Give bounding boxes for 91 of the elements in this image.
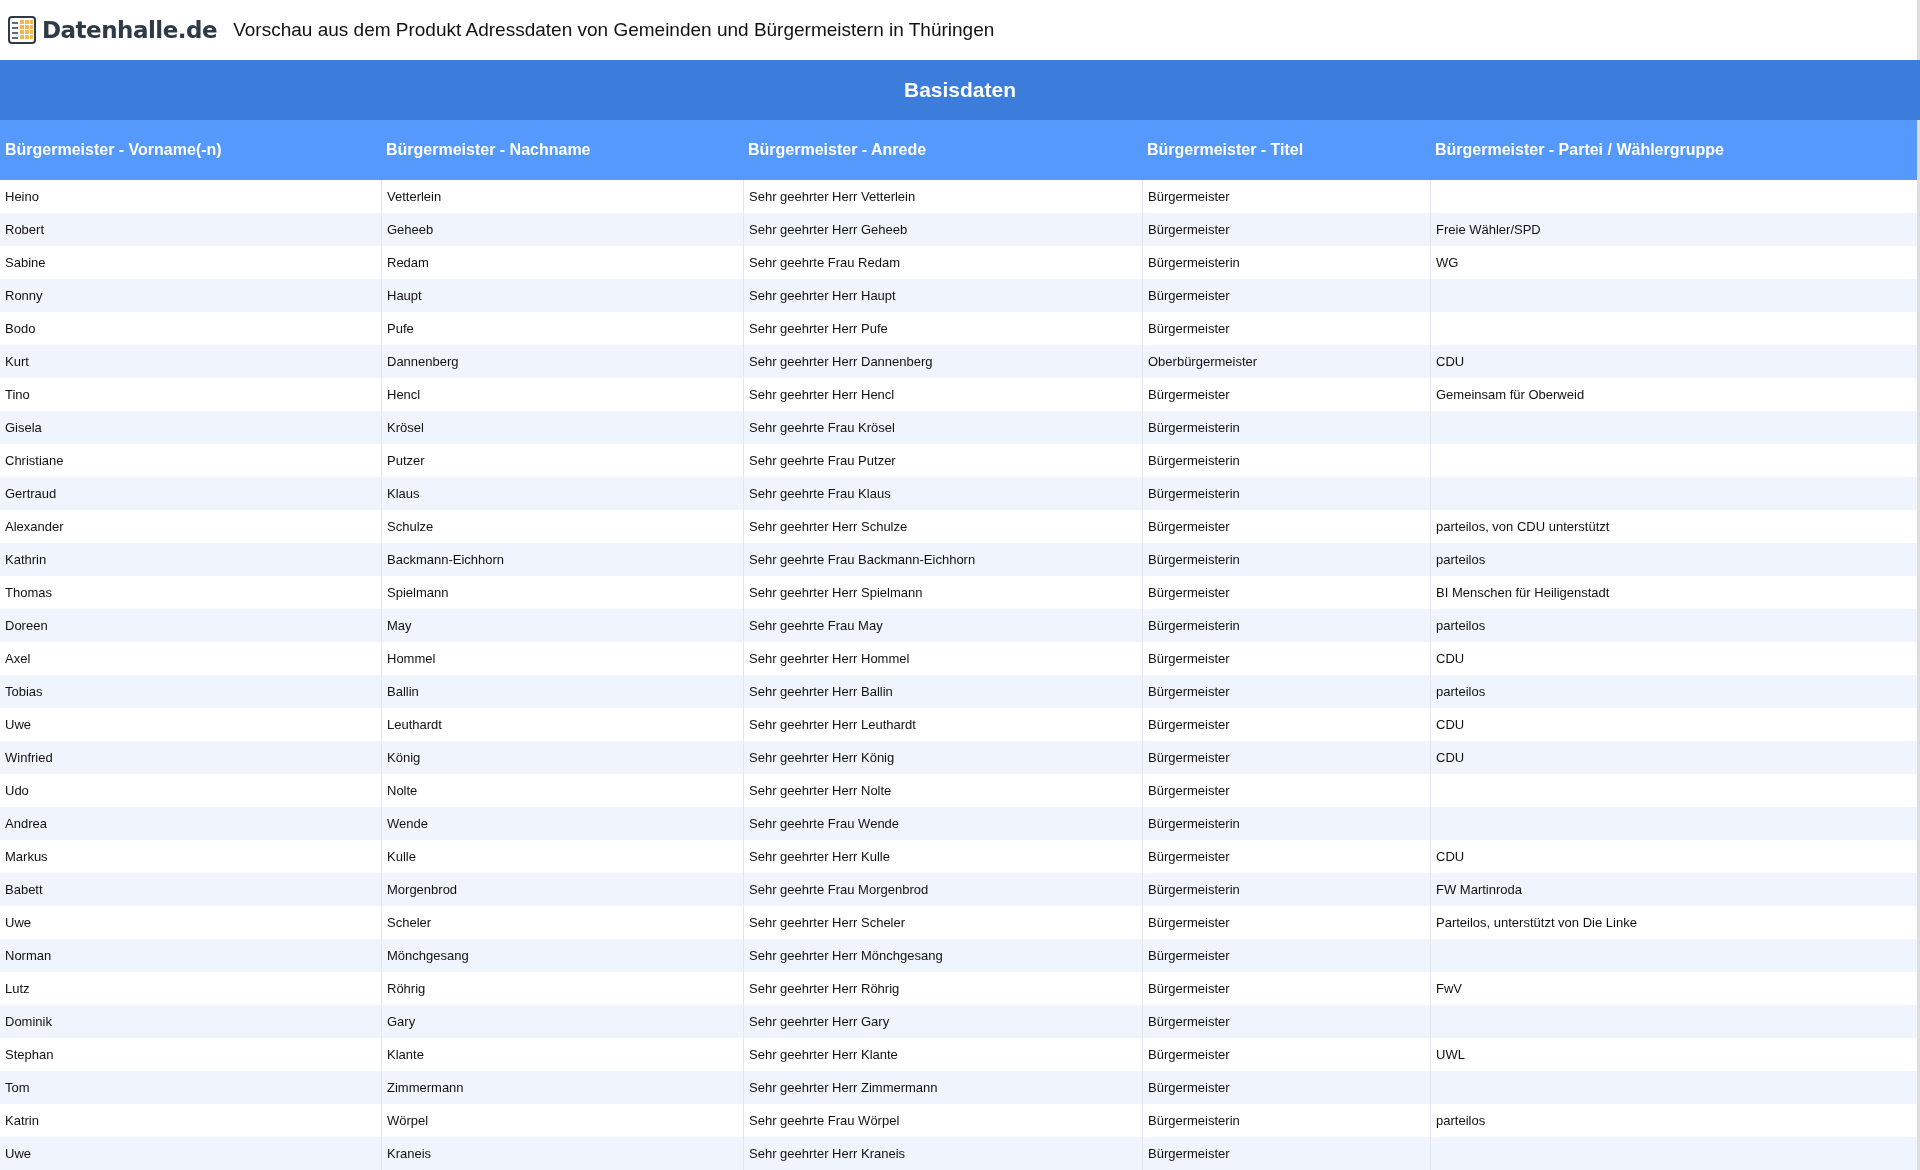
table-cell-text: Markus <box>4 848 49 866</box>
table-cell-text: Udo <box>4 782 30 800</box>
table-cell: Winfried <box>0 741 381 774</box>
table-cell: Bürgermeisterin <box>1142 411 1430 444</box>
table-cell-text: Tino <box>4 386 31 404</box>
table-cell: Tobias <box>0 675 381 708</box>
table-cell: Sehr geehrte Frau May <box>743 609 1142 642</box>
table-cell: Bürgermeister <box>1142 939 1430 972</box>
table-cell: May <box>381 609 743 642</box>
table-cell: Sehr geehrte Frau Backmann-Eichhorn <box>743 543 1142 576</box>
column-header: Bürgermeister - Anrede <box>743 120 1142 180</box>
section-title: Basisdaten <box>0 60 1920 120</box>
column-header: Bürgermeister - Partei / Wählergruppe <box>1430 120 1917 180</box>
table-cell: Kathrin <box>0 543 381 576</box>
table-cell: Gertraud <box>0 477 381 510</box>
table-cell: Gisela <box>0 411 381 444</box>
table-cell-text: Uwe <box>4 716 32 734</box>
table-cell: Ballin <box>381 675 743 708</box>
table-cell-text: Lutz <box>4 980 31 998</box>
table-cell: Bürgermeister <box>1142 1005 1430 1038</box>
table-cell: Krösel <box>381 411 743 444</box>
table-cell: Wende <box>381 807 743 840</box>
table-cell: Robert <box>0 213 381 246</box>
table-cell: Bürgermeister <box>1142 213 1430 246</box>
table-cell: Kraneis <box>381 1137 743 1170</box>
table-cell-text: Axel <box>4 650 32 668</box>
table-cell: Sehr geehrter Herr König <box>743 741 1142 774</box>
table-cell: Norman <box>0 939 381 972</box>
column-header: Bürgermeister - Titel <box>1142 120 1430 180</box>
column-header: Bürgermeister - Nachname <box>381 120 743 180</box>
table-cell-text: Uwe <box>4 914 32 932</box>
table-cell: parteilos <box>1430 609 1917 642</box>
table-cell: Klaus <box>381 477 743 510</box>
table-cell: Gary <box>381 1005 743 1038</box>
table-cell-text: Alexander <box>4 518 65 536</box>
table-cell: Sehr geehrter Herr Gary <box>743 1005 1142 1038</box>
table-cell: Sehr geehrter Herr Haupt <box>743 279 1142 312</box>
table-cell: Sehr geehrte Frau Wende <box>743 807 1142 840</box>
table-cell: Sehr geehrte Frau Krösel <box>743 411 1142 444</box>
table-cell-text: Katrin <box>4 1112 40 1130</box>
table-cell: Bürgermeister <box>1142 1071 1430 1104</box>
server-icon <box>6 14 38 46</box>
table-cell: Bürgermeisterin <box>1142 873 1430 906</box>
table-cell: Bürgermeister <box>1142 1137 1430 1170</box>
table-cell: Kurt <box>0 345 381 378</box>
column-header: Bürgermeister - Vorname(-n) <box>0 120 381 180</box>
table-cell: Morgenbrod <box>381 873 743 906</box>
table-cell: Bürgermeister <box>1142 279 1430 312</box>
table-cell-text: Christiane <box>4 452 65 470</box>
table-cell: Sehr geehrter Herr Geheeb <box>743 213 1142 246</box>
table-cell: Sehr geehrte Frau Klaus <box>743 477 1142 510</box>
table-cell: FW Martinroda <box>1430 873 1917 906</box>
table-cell: Babett <box>0 873 381 906</box>
table-cell: Sehr geehrte Frau Morgenbrod <box>743 873 1142 906</box>
table-cell: Sehr geehrter Herr Dannenberg <box>743 345 1142 378</box>
table-cell: Dominik <box>0 1005 381 1038</box>
table-cell: Andrea <box>0 807 381 840</box>
table-cell: Backmann-Eichhorn <box>381 543 743 576</box>
table-cell: Bürgermeisterin <box>1142 609 1430 642</box>
table-cell: Uwe <box>0 1137 381 1170</box>
table-cell: parteilos <box>1430 675 1917 708</box>
table-cell: CDU <box>1430 345 1917 378</box>
table-cell-text: Stephan <box>4 1046 55 1064</box>
table-cell: Bürgermeister <box>1142 675 1430 708</box>
table-cell-text: Heino <box>4 188 40 206</box>
table-cell: Zimmermann <box>381 1071 743 1104</box>
table-cell: König <box>381 741 743 774</box>
logo-text[interactable]: Datenhalle.de <box>42 17 218 43</box>
table-cell: Bürgermeisterin <box>1142 477 1430 510</box>
table-cell: Haupt <box>381 279 743 312</box>
table-cell: CDU <box>1430 741 1917 774</box>
table-cell: Sehr geehrter Herr Zimmermann <box>743 1071 1142 1104</box>
table-cell-text: Thomas <box>4 584 53 602</box>
table-cell: Sehr geehrter Herr Kraneis <box>743 1137 1142 1170</box>
table-cell: Sehr geehrter Herr Mönchgesang <box>743 939 1142 972</box>
table-cell: parteilos <box>1430 543 1917 576</box>
table-cell: Mönchgesang <box>381 939 743 972</box>
table-cell: Bürgermeisterin <box>1142 807 1430 840</box>
table-cell: Oberbürgermeister <box>1142 345 1430 378</box>
table-cell-text: Sabine <box>4 254 47 272</box>
table-cell: Sehr geehrter Herr Ballin <box>743 675 1142 708</box>
table-cell-text: Bodo <box>4 320 37 338</box>
table-cell: Doreen <box>0 609 381 642</box>
table-cell: Bürgermeister <box>1142 741 1430 774</box>
table-cell: Freie Wähler/SPD <box>1430 213 1917 246</box>
table-cell: Geheeb <box>381 213 743 246</box>
table-cell: Bürgermeisterin <box>1142 543 1430 576</box>
table-cell: Tom <box>0 1071 381 1104</box>
table-cell: Dannenberg <box>381 345 743 378</box>
page-title: Vorschau aus dem Produkt Adressdaten von Gemeinden und Bürgermeistern in Thüringen <box>233 19 995 41</box>
table-cell: Ronny <box>0 279 381 312</box>
